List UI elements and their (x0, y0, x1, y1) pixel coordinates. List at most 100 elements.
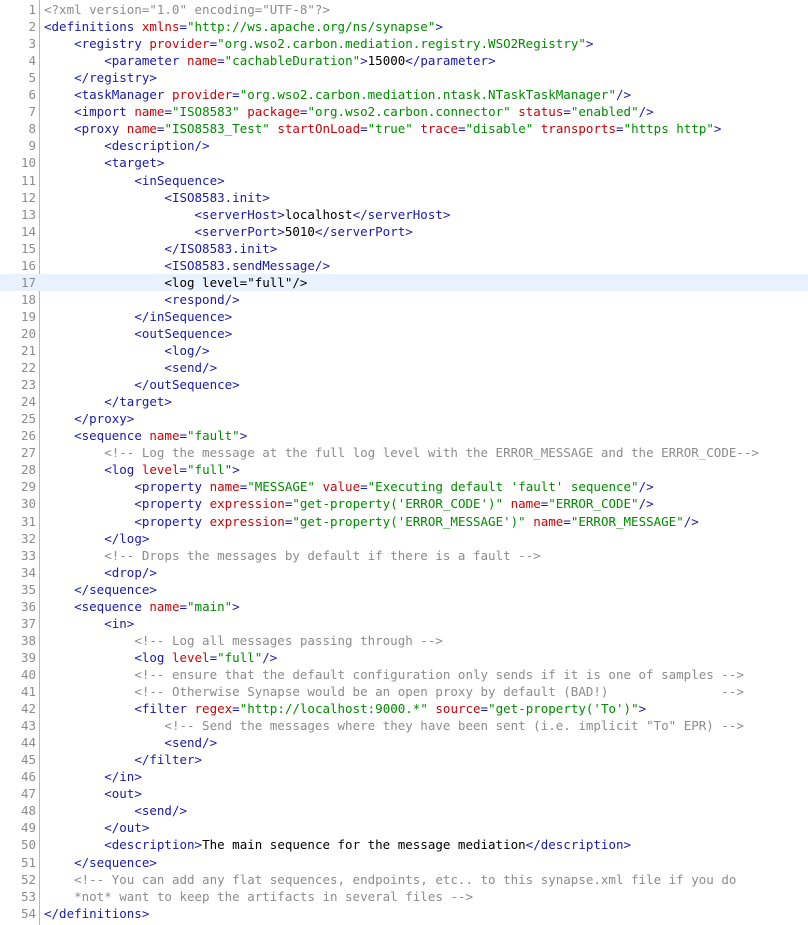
code-token-txt: 5010 (284, 223, 315, 239)
code-token-val: "true" (367, 121, 413, 137)
code-token-val: "ISO8583" (171, 104, 240, 120)
code-line[interactable]: 54 </definitions> (0, 905, 808, 922)
code-line[interactable]: 27 <!-- Log the message at the full log … (0, 444, 808, 461)
code-line[interactable]: 30 <property expression="get-property('E… (0, 495, 808, 512)
code-line[interactable]: 31 <property expression = "get-property('E… (0, 513, 808, 530)
code-line[interactable]: 22 <send/> (0, 359, 808, 376)
code-line[interactable]: 34 <drop/> (0, 564, 808, 581)
code-token-tag: = (563, 513, 571, 529)
code-line[interactable]: 29 <property name="MESSAGE" value="Execu… (0, 478, 808, 495)
code-line[interactable]: 18 <respond/> (0, 291, 808, 308)
code-token-tag: /> (262, 649, 278, 665)
line-code: <sequence name="main"> (44, 598, 240, 615)
code-line[interactable]: 35 </sequence> (0, 581, 808, 598)
code-token-tag: = (616, 121, 624, 137)
code-line[interactable]: 19 </inSequence> (0, 308, 808, 325)
code-line[interactable]: 23 </outSequence> (0, 376, 808, 393)
code-line[interactable]: 42 <filter regex="http://localhost:9000.… (0, 700, 808, 717)
line-code: <send/> (44, 734, 217, 751)
code-line[interactable]: 6 <taskManager provider="org.wso2.carbon… (0, 86, 808, 103)
code-line[interactable]: 53 *not* want to keep the artifacts in s… (0, 888, 808, 905)
code-line[interactable]: 40 <!-- ensure that the default configur… (0, 666, 808, 683)
code-line[interactable]: 39 <log level="full"/> (0, 649, 808, 666)
code-line[interactable]: 5 </registry> (0, 69, 808, 86)
code-line[interactable]: 26 <sequence name="fault"> (0, 427, 808, 444)
code-line[interactable]: 52 <!-- You can add any flat sequences, … (0, 871, 808, 888)
code-line[interactable]: 17 <log level="full"/> (0, 273, 808, 291)
code-line[interactable]: 51 </sequence> (0, 854, 808, 871)
line-number: 20 (20, 325, 36, 341)
line-code: </target> (44, 393, 172, 410)
line-code: <send/> (44, 802, 187, 819)
line-code: <property expression = "get-property('ERRO… (44, 513, 698, 530)
code-line[interactable]: 16 <ISO8583.sendMessage/> (0, 257, 808, 274)
code-line[interactable]: 28 <log level="full"> (0, 461, 808, 478)
code-line[interactable]: 44 <send/> (0, 734, 808, 751)
line-code: </in> (44, 768, 142, 785)
code-line[interactable]: 25 </proxy> (0, 410, 808, 427)
code-token-tag: = (179, 428, 188, 444)
code-token-attr: name (126, 121, 157, 137)
line-code: <serverHost>localhost</serverHost> (44, 206, 451, 223)
code-line[interactable]: 41 <!-- Otherwise Synapse would be an op… (0, 683, 808, 700)
line-number: 10 (20, 155, 36, 171)
code-token-val: "disable" (465, 121, 534, 137)
code-line[interactable]: 11 <inSequence> (0, 172, 808, 189)
code-token-val: "full" (217, 649, 263, 665)
code-line[interactable]: 12 <ISO8583.init> (0, 189, 808, 206)
code-line[interactable]: 7 <import name="ISO8583" package="org.ws… (0, 103, 808, 120)
code-token-attr: transports (540, 121, 617, 137)
code-line[interactable]: 15 </ISO8583.init> (0, 240, 808, 257)
line-number: 18 (20, 291, 36, 307)
code-line[interactable]: 9 <description/> (0, 137, 808, 154)
code-editor[interactable]: 1 <?xml version="1.0" encoding="UTF-8"?> 2… (0, 0, 808, 925)
code-line[interactable]: 4 <parameter name="cachableDuration">150… (0, 52, 808, 69)
code-line[interactable]: 13 <serverHost>localhost</serverHost> (0, 206, 808, 223)
code-line[interactable]: 32 </log> (0, 530, 808, 547)
code-line[interactable]: 38 <!-- Log all messages passing through… (0, 632, 808, 649)
code-line[interactable]: 21 <log/> (0, 342, 808, 359)
code-line[interactable]: 8 <proxy name = "ISO8583_Test" startOnLoad… (0, 120, 808, 137)
code-line[interactable]: 24 </target> (0, 393, 808, 410)
code-line[interactable]: 49 </out> (0, 819, 808, 836)
line-code: <ISO8583.init> (44, 189, 269, 206)
code-line[interactable]: 37 <in> (0, 615, 808, 632)
code-token-tag: <inSequence> (134, 172, 225, 188)
code-line[interactable]: 14 <serverPort>5010</serverPort> (0, 223, 808, 240)
code-token-tag: <out> (104, 786, 142, 802)
code-line[interactable]: 47 <out> (0, 785, 808, 802)
line-number: 45 (20, 752, 36, 768)
code-line[interactable]: 48 <send/> (0, 802, 808, 819)
code-line[interactable]: 3 <registry provider="org.wso2.carbon.me… (0, 35, 808, 52)
line-code: </inSequence> (44, 308, 232, 325)
code-token-val: "full" (187, 462, 233, 478)
code-line[interactable]: 36 <sequence name="main"> (0, 598, 808, 615)
code-line[interactable]: 2 <definitions xmlns="http://ws.apache.or… (0, 18, 808, 35)
code-line[interactable]: 45 </filter> (0, 751, 808, 768)
code-line[interactable]: 20 <outSequence> (0, 325, 808, 342)
line-number: 19 (20, 308, 36, 324)
code-line[interactable]: 33 <!-- Drops the messages by default if… (0, 547, 808, 564)
code-line[interactable]: 43 <!-- Send the messages where they hav… (0, 717, 808, 734)
code-line[interactable]: 1 <?xml version="1.0" encoding="UTF-8"?> (0, 1, 808, 18)
line-number: 33 (20, 547, 36, 563)
code-token-tag: > (232, 598, 240, 614)
code-token-tag: > (239, 428, 248, 444)
code-token-attr: source (435, 701, 481, 717)
code-token-tag: = (179, 19, 188, 35)
code-line[interactable]: 10 <target> (0, 154, 808, 171)
code-line[interactable]: 50 <description>The main sequence for th… (0, 836, 808, 853)
code-token-tag: </in> (104, 769, 142, 785)
code-line[interactable]: 46 </in> (0, 768, 808, 785)
code-token-tag: </description> (525, 837, 632, 853)
